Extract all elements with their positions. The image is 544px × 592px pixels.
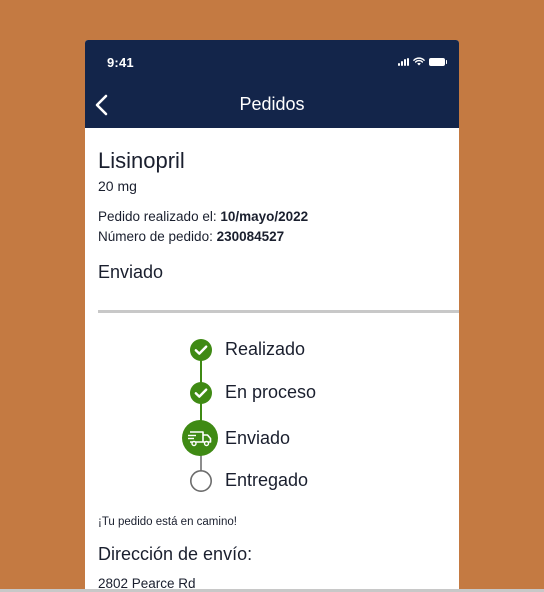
timeline-label: Realizado [225, 339, 306, 359]
timeline-step-shipped: Enviado [85, 420, 459, 456]
product-name: Lisinopril [98, 148, 185, 173]
empty-circle-icon [190, 470, 212, 492]
timeline-label: Entregado [225, 470, 309, 490]
timeline-step-placed: Realizado [85, 338, 459, 368]
order-status-title: Enviado [98, 262, 164, 282]
timeline-step-delivered: Entregado [85, 469, 459, 499]
timeline-label: Enviado [225, 428, 291, 448]
timeline-step-processing: En proceso [85, 381, 459, 411]
order-date-label: Pedido realizado el: [98, 209, 221, 224]
section-divider [98, 310, 459, 313]
timeline-label: En proceso [225, 382, 317, 402]
shipping-address-title: Dirección de envío: [98, 544, 253, 564]
page-title: Pedidos [239, 94, 305, 114]
truck-icon [182, 420, 218, 456]
order-details: Lisinopril 20 mg Pedido realizado el: 10… [85, 148, 459, 283]
status-time: 9:41 [107, 55, 134, 70]
order-date-value: 10/mayo/2022 [220, 209, 309, 224]
battery-icon [429, 57, 447, 66]
status-icons [398, 57, 447, 66]
check-circle-icon [190, 339, 212, 361]
order-number-label: Número de pedido: [98, 229, 217, 244]
order-number-value: 230084527 [216, 229, 285, 244]
phone-screen: 9:41 Pedidos Lisinopril 20 mg Pedido rea… [85, 40, 459, 592]
order-number-line: Número de pedido: 230084527 [98, 227, 446, 247]
check-circle-icon [190, 382, 212, 404]
transit-message: ¡Tu pedido está en camino! [98, 516, 237, 528]
order-info: Pedido realizado el: 10/mayo/2022 Número… [98, 207, 446, 247]
order-date-line: Pedido realizado el: 10/mayo/2022 [98, 207, 446, 227]
wifi-icon [413, 57, 425, 66]
app-header: 9:41 Pedidos [85, 40, 459, 128]
signal-icon [398, 57, 409, 66]
product-dose: 20 mg [98, 178, 137, 194]
